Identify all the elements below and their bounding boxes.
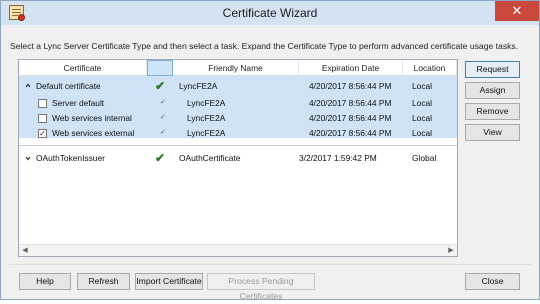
close-icon[interactable]: ✕ xyxy=(495,1,539,21)
expiration-date: 4/20/2017 8:56:44 PM xyxy=(309,81,392,91)
location: Local xyxy=(412,128,433,138)
table-row[interactable]: OAuthTokenIssuer ✔ OAuthCertificate 3/2/… xyxy=(19,150,457,166)
list-header: Certificate Friendly Name Expiration Dat… xyxy=(19,60,457,76)
expiration-date: 4/20/2017 8:56:44 PM xyxy=(309,113,392,123)
location: Local xyxy=(412,98,433,108)
certificate-name: Default certificate xyxy=(36,81,101,91)
valid-check-icon: ✔ xyxy=(155,79,166,93)
close-button[interactable]: Close xyxy=(465,273,520,290)
expanded-chevron-icon[interactable] xyxy=(25,83,31,89)
column-header-expiration-date[interactable]: Expiration Date xyxy=(299,60,403,76)
instructions-text: Select a Lync Server Certificate Type an… xyxy=(10,41,519,51)
expiration-date: 3/2/2017 1:59:42 PM xyxy=(299,153,377,163)
table-row[interactable]: ✓ Web services external ✓ LyncFE2A 4/20/… xyxy=(19,125,457,141)
friendly-name: LyncFE2A xyxy=(187,128,226,138)
friendly-name: OAuthCertificate xyxy=(179,153,241,163)
title-bar[interactable]: Certificate Wizard ✕ xyxy=(1,1,539,25)
location: Local xyxy=(412,81,433,91)
view-button[interactable]: View xyxy=(465,124,520,141)
column-header-friendly-name[interactable]: Friendly Name xyxy=(173,60,299,76)
certificate-name: Server default xyxy=(52,98,105,108)
server-default-checkbox[interactable] xyxy=(38,99,47,108)
certificate-wizard-window: Certificate Wizard ✕ Select a Lync Serve… xyxy=(0,0,540,301)
import-certificate-button[interactable]: Import Certificate xyxy=(135,273,203,290)
certificate-list[interactable]: Certificate Friendly Name Expiration Dat… xyxy=(18,59,458,257)
footer-divider xyxy=(9,264,531,265)
process-pending-certificates-button[interactable]: Process Pending Certificates xyxy=(207,273,315,301)
certificate-name: OAuthTokenIssuer xyxy=(36,153,105,163)
table-row[interactable]: Web services internal ✓ LyncFE2A 4/20/20… xyxy=(19,110,457,126)
horizontal-scrollbar[interactable]: ◀ ▶ xyxy=(19,244,457,256)
column-header-certificate[interactable]: Certificate xyxy=(19,60,147,76)
window-title: Certificate Wizard xyxy=(222,6,318,20)
refresh-button[interactable]: Refresh xyxy=(77,273,130,290)
column-header-location[interactable]: Location xyxy=(403,60,457,76)
expiration-date: 4/20/2017 8:56:44 PM xyxy=(309,98,392,108)
valid-check-icon: ✓ xyxy=(160,129,166,136)
location: Local xyxy=(412,113,433,123)
request-button[interactable]: Request xyxy=(465,61,520,78)
remove-button[interactable]: Remove xyxy=(465,103,520,120)
friendly-name: LyncFE2A xyxy=(187,98,226,108)
certificate-name: Web services external xyxy=(52,128,135,138)
assign-button[interactable]: Assign xyxy=(465,82,520,99)
valid-check-icon: ✔ xyxy=(155,151,166,165)
scroll-right-icon[interactable]: ▶ xyxy=(447,247,455,255)
scroll-left-icon[interactable]: ◀ xyxy=(21,247,29,255)
table-row[interactable]: Server default ✓ LyncFE2A 4/20/2017 8:56… xyxy=(19,95,457,111)
valid-check-icon: ✓ xyxy=(160,99,166,106)
expiration-date: 4/20/2017 8:56:44 PM xyxy=(309,128,392,138)
location: Global xyxy=(412,153,437,163)
web-services-external-checkbox[interactable]: ✓ xyxy=(38,129,47,138)
friendly-name: LyncFE2A xyxy=(179,81,218,91)
friendly-name: LyncFE2A xyxy=(187,113,226,123)
valid-check-icon: ✓ xyxy=(160,114,166,121)
help-button[interactable]: Help xyxy=(19,273,71,290)
table-row[interactable]: Default certificate ✔ LyncFE2A 4/20/2017… xyxy=(19,78,457,94)
web-services-internal-checkbox[interactable] xyxy=(38,114,47,123)
group-divider xyxy=(19,145,457,146)
certificate-name: Web services internal xyxy=(52,113,132,123)
collapsed-chevron-icon[interactable] xyxy=(25,155,31,161)
column-header-status[interactable] xyxy=(147,60,173,76)
